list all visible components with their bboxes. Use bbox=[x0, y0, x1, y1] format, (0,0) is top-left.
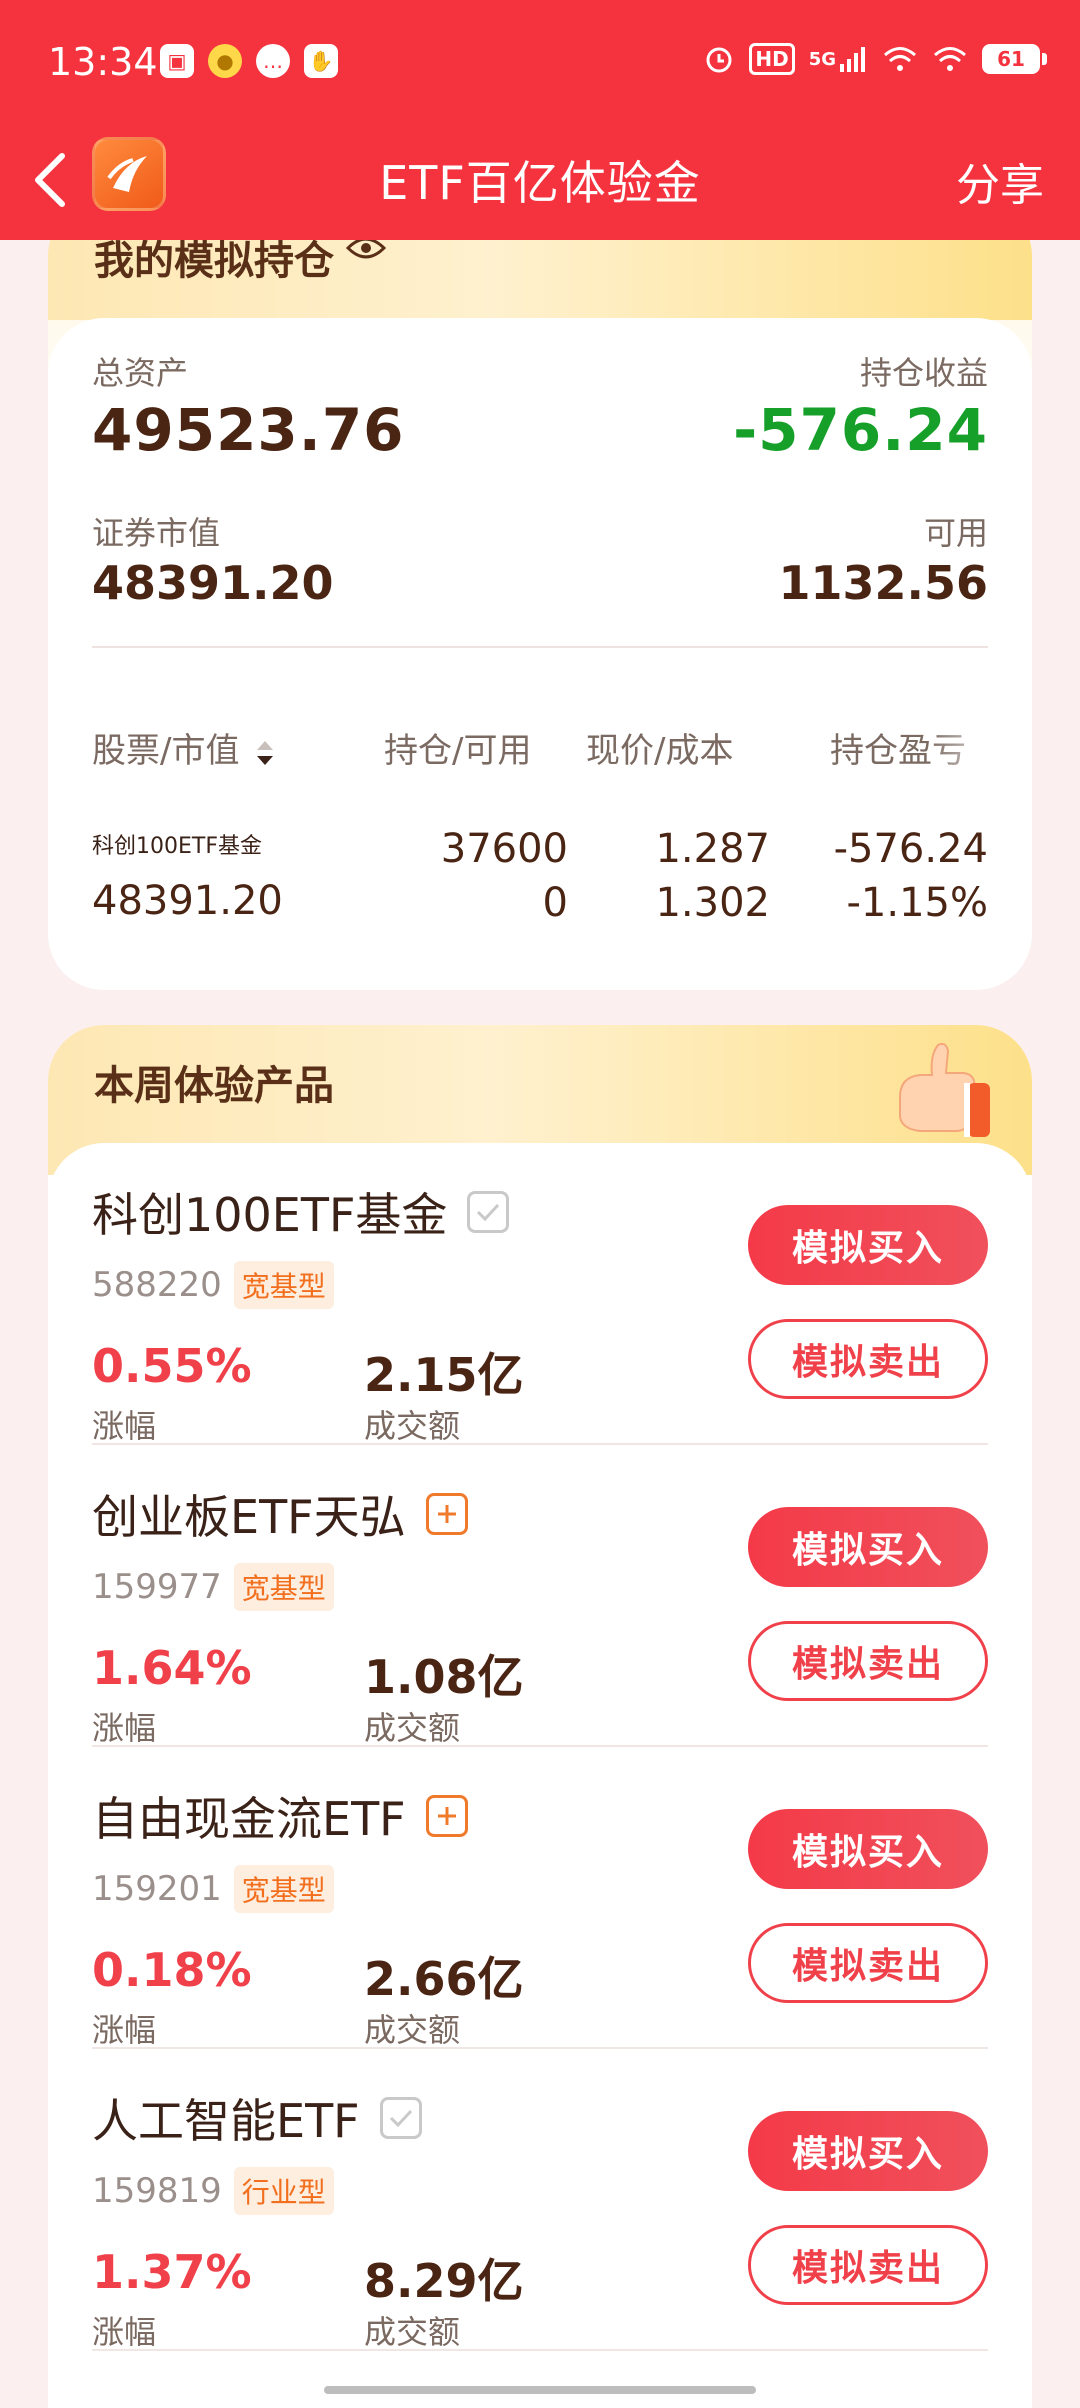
checked-icon[interactable] bbox=[467, 1191, 510, 1233]
holdings-body: 总资产 49523.76 持仓收益 -576.24 证券市值 48391.20 … bbox=[48, 318, 1032, 990]
volume-label: 成交额 bbox=[364, 1407, 461, 1445]
simulate-buy-button[interactable]: 模拟买入 bbox=[748, 2111, 988, 2191]
news-app-icon: ▣ bbox=[160, 44, 194, 78]
share-button[interactable]: 分享 bbox=[956, 149, 1044, 213]
product-volume: 2.15亿 bbox=[364, 1348, 524, 1402]
simulate-sell-button[interactable]: 模拟卖出 bbox=[748, 1319, 988, 1399]
volume-label: 成交额 bbox=[364, 2313, 461, 2351]
status-time: 13:34 bbox=[48, 40, 158, 84]
products-body: 科创100ETF基金 588220 宽基型 0.55% 2.15亿 涨幅 成交额… bbox=[48, 1143, 1032, 2408]
product-change: 0.18% bbox=[92, 1943, 252, 1997]
holdings-card: 我的模拟持仓 总资产 49523.76 持仓收益 -576.24 证券市值 48… bbox=[48, 200, 1032, 990]
change-label: 涨幅 bbox=[92, 1709, 157, 1747]
simulate-buy-button[interactable]: 模拟买入 bbox=[748, 1205, 988, 1285]
status-indicators: HD 5G 61 bbox=[703, 42, 1047, 76]
change-label: 涨幅 bbox=[92, 1407, 157, 1445]
total-assets-value: 49523.76 bbox=[92, 396, 405, 464]
simulate-sell-button[interactable]: 模拟卖出 bbox=[748, 2225, 988, 2305]
stop-app-icon: ✋ bbox=[304, 44, 338, 78]
product-item: 创业板ETF天弘 159977 宽基型 1.64% 1.08亿 涨幅 成交额 模… bbox=[92, 1445, 988, 1747]
product-code: 159819 bbox=[92, 2171, 222, 2211]
product-code: 159201 bbox=[92, 1869, 222, 1909]
product-change: 0.55% bbox=[92, 1339, 252, 1393]
wifi-icon-secondary bbox=[882, 42, 918, 76]
available-label: 可用 bbox=[923, 514, 988, 552]
header-position: 持仓/可用 bbox=[384, 731, 532, 771]
simulate-buy-button[interactable]: 模拟买入 bbox=[748, 1507, 988, 1587]
volume-label: 成交额 bbox=[364, 2011, 461, 2049]
wifi-icon bbox=[932, 42, 968, 76]
product-code: 588220 bbox=[92, 1265, 222, 1305]
product-tag: 宽基型 bbox=[233, 1563, 334, 1611]
holding-pnl: -576.24 bbox=[833, 826, 988, 872]
header-pnl: 持仓盈亏 bbox=[830, 731, 966, 771]
product-volume: 1.08亿 bbox=[364, 1650, 524, 1704]
add-icon[interactable] bbox=[425, 1795, 468, 1837]
checked-icon[interactable] bbox=[379, 2097, 422, 2139]
product-code: 159977 bbox=[92, 1567, 222, 1607]
home-indicator[interactable] bbox=[324, 2386, 756, 2394]
product-item: 科创100ETF基金 588220 宽基型 0.55% 2.15亿 涨幅 成交额… bbox=[92, 1143, 988, 1445]
page-title: ETF百亿体验金 bbox=[379, 156, 701, 210]
position-pnl-value: -576.24 bbox=[733, 396, 988, 464]
hd-icon: HD bbox=[749, 42, 795, 76]
holding-price: 1.287 bbox=[655, 826, 770, 872]
product-change: 1.37% bbox=[92, 2245, 252, 2299]
header-price-cost: 现价/成本 bbox=[586, 731, 734, 771]
product-tag: 宽基型 bbox=[233, 1865, 334, 1913]
add-icon[interactable] bbox=[425, 1493, 468, 1535]
nav-bar: ETF百亿体验金 分享 bbox=[0, 125, 1080, 240]
product-item: 自由现金流ETF 159201 宽基型 0.18% 2.66亿 涨幅 成交额 模… bbox=[92, 1747, 988, 2049]
products-card: 本周体验产品 科创100ETF基金 588220 宽基型 0.55% 2.15亿… bbox=[48, 1025, 1032, 2408]
coin-app-icon: ● bbox=[208, 44, 242, 78]
simulate-buy-button[interactable]: 模拟买入 bbox=[748, 1809, 988, 1889]
product-name: 自由现金流ETF bbox=[92, 1792, 406, 1846]
product-volume: 8.29亿 bbox=[364, 2254, 524, 2308]
market-value-label: 证券市值 bbox=[92, 514, 221, 552]
market-value-value: 48391.20 bbox=[92, 556, 334, 610]
product-tag: 行业型 bbox=[233, 2167, 334, 2215]
products-title: 本周体验产品 bbox=[94, 1063, 334, 1109]
holding-position: 37600 bbox=[440, 826, 568, 872]
volume-label: 成交额 bbox=[364, 1709, 461, 1747]
thumbs-up-icon bbox=[899, 1042, 990, 1137]
holding-name: 科创100ETF基金 bbox=[92, 834, 262, 859]
holding-cost: 1.302 bbox=[655, 880, 770, 926]
position-pnl-label: 持仓收益 bbox=[859, 354, 988, 392]
status-app-icons: ▣ ● … ✋ bbox=[160, 44, 338, 78]
holding-pnl-pct: -1.15% bbox=[846, 880, 988, 926]
holdings-divider bbox=[92, 646, 988, 648]
product-change: 1.64% bbox=[92, 1641, 252, 1695]
battery-icon: 61 bbox=[982, 44, 1047, 74]
product-tag: 宽基型 bbox=[233, 1261, 334, 1309]
product-name: 科创100ETF基金 bbox=[92, 1188, 448, 1242]
header-stock-value[interactable]: 股票/市值 bbox=[92, 723, 276, 772]
simulate-sell-button[interactable]: 模拟卖出 bbox=[748, 1621, 988, 1701]
top-header: 13:34 ▣ ● … ✋ HD 5G 61 ETF百亿体验金 分享 bbox=[0, 0, 1080, 240]
product-name: 人工智能ETF bbox=[92, 2094, 360, 2148]
simulate-sell-button[interactable]: 模拟卖出 bbox=[748, 1923, 988, 2003]
status-bar: 13:34 ▣ ● … ✋ HD 5G 61 bbox=[0, 0, 1080, 125]
holding-available: 0 bbox=[542, 880, 568, 926]
alarm-icon bbox=[703, 42, 735, 76]
sort-icon bbox=[257, 740, 274, 765]
total-assets-label: 总资产 bbox=[92, 354, 189, 392]
change-label: 涨幅 bbox=[92, 2011, 157, 2049]
holding-market-value: 48391.20 bbox=[92, 878, 283, 924]
available-value: 1132.56 bbox=[778, 556, 988, 610]
product-item: 人工智能ETF 159819 行业型 1.37% 8.29亿 涨幅 成交额 模拟… bbox=[92, 2049, 988, 2351]
product-name: 创业板ETF天弘 bbox=[92, 1490, 406, 1544]
signal-5g-icon: 5G bbox=[809, 42, 868, 76]
change-label: 涨幅 bbox=[92, 2313, 157, 2351]
product-volume: 2.66亿 bbox=[364, 1952, 524, 2006]
message-icon: … bbox=[256, 44, 290, 78]
